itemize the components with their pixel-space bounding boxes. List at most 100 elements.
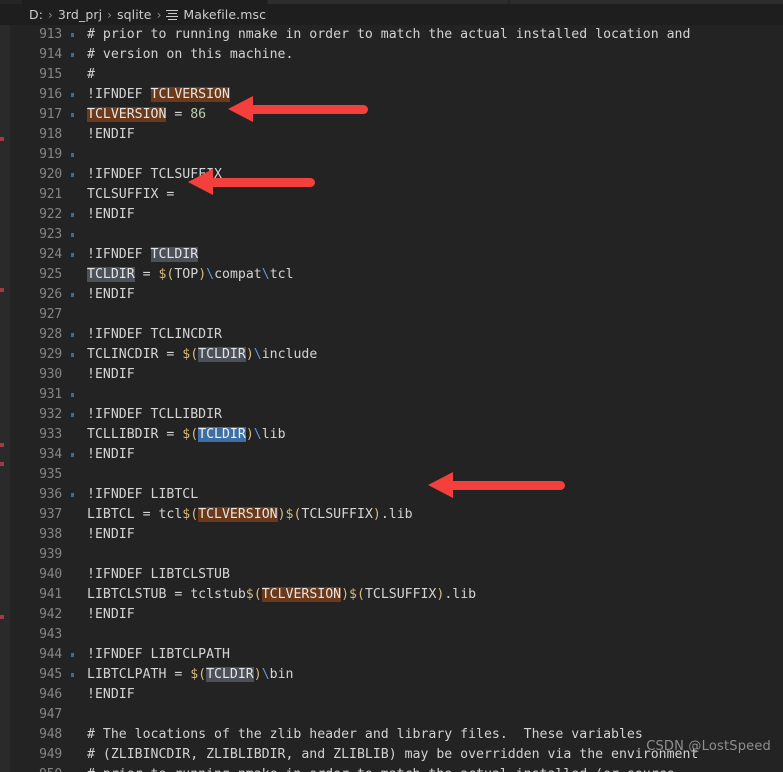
code-line[interactable]: 947 [10,705,783,725]
code-line[interactable]: 919 [10,145,783,165]
code-token: TCLLIBDIR = [87,427,183,442]
code-line-text[interactable]: TCLINCDIR = $(TCLDIR)\include [87,345,317,365]
code-line[interactable]: 936 !IFNDEF LIBTCL [10,485,783,505]
code-line[interactable]: 942 !ENDIF [10,605,783,625]
code-line[interactable]: 923 [10,225,783,245]
code-line[interactable]: 931 [10,385,783,405]
overview-ruler[interactable] [0,25,10,772]
code-line[interactable]: 943 [10,625,783,645]
gutter-change-marker-icon [71,333,74,337]
code-line[interactable]: 926 !ENDIF [10,285,783,305]
code-line[interactable]: 928 !IFNDEF TCLINCDIR [10,325,783,345]
code-line[interactable]: 945 LIBTCLPATH = $(TCLDIR)\bin [10,665,783,685]
code-line[interactable]: 922 !ENDIF [10,205,783,225]
code-line[interactable]: 939 [10,545,783,565]
code-line[interactable]: 924 !IFNDEF TCLDIR [10,245,783,265]
code-line[interactable]: 918 !ENDIF [10,125,783,145]
line-number: 941 [39,587,62,602]
code-token: \ [261,267,270,282]
code-line[interactable]: 920 !IFNDEF TCLSUFFIX [10,165,783,185]
line-number: 949 [39,747,62,762]
code-line-text[interactable]: TCLLIBDIR = $(TCLDIR)\lib [87,425,286,445]
code-line-text[interactable]: !IFNDEF LIBTCLSTUB [87,565,230,585]
code-line[interactable]: 950 # prior to running nmake in order to … [10,765,783,772]
code-surface[interactable]: 913 # prior to running nmake in order to … [10,25,783,772]
line-number: 943 [39,627,62,642]
overview-ruler-mark[interactable] [0,615,4,619]
code-line[interactable]: 930 !ENDIF [10,365,783,385]
gutter-change-marker-icon [71,453,74,457]
code-line[interactable]: 933 TCLLIBDIR = $(TCLDIR)\lib [10,425,783,445]
code-line-text[interactable]: !IFNDEF LIBTCL [87,485,198,505]
code-line-text[interactable]: !ENDIF [87,445,135,465]
code-line[interactable]: 932 !IFNDEF TCLLIBDIR [10,405,783,425]
code-line-text[interactable]: LIBTCL = tcl$(TCLVERSION)$(TCLSUFFIX).li… [87,505,413,525]
code-line-text[interactable]: !ENDIF [87,605,135,625]
code-line[interactable]: 944 !IFNDEF LIBTCLPATH [10,645,783,665]
code-line-text[interactable]: # [87,65,95,85]
code-line-text[interactable]: !ENDIF [87,125,135,145]
code-token: ) [245,427,254,442]
code-token: include [261,347,318,362]
code-line-text[interactable]: # version on this machine. [87,45,293,65]
code-line-text[interactable]: TCLSUFFIX = [87,185,174,205]
code-line[interactable]: 934 !ENDIF [10,445,783,465]
code-editor[interactable]: 913 # prior to running nmake in order to … [10,25,783,772]
code-token: = [166,107,191,122]
code-line[interactable]: 927 [10,305,783,325]
code-line-text[interactable]: # (ZLIBINCDIR, ZLIBLIBDIR, and ZLIBLIB) … [87,745,698,765]
code-line[interactable]: 940 !IFNDEF LIBTCLSTUB [10,565,783,585]
breadcrumb-file-makefile-msc[interactable]: Makefile.msc [183,7,266,22]
code-token: tcl [269,267,294,282]
code-line-text[interactable]: # prior to running nmake in order to mat… [87,25,690,45]
code-line-text[interactable]: # prior to running nmake in order to mat… [87,765,675,772]
code-line-text[interactable]: !IFNDEF TCLVERSION [87,85,230,105]
code-line[interactable]: 946 !ENDIF [10,685,783,705]
code-line[interactable]: 938 !ENDIF [10,525,783,545]
breadcrumb-drive[interactable]: D: [29,7,43,22]
code-line-text[interactable]: !IFNDEF TCLSUFFIX [87,165,222,185]
code-line-text[interactable]: LIBTCLSTUB = tclstub$(TCLVERSION)$(TCLSU… [87,585,476,605]
code-line-text[interactable]: !ENDIF [87,685,135,705]
line-number: 937 [39,507,62,522]
code-token: !ENDIF [87,607,135,622]
overview-ruler-mark[interactable] [0,443,4,447]
overview-ruler-mark[interactable] [0,462,4,466]
code-line-text[interactable]: TCLDIR = $(TOP)\compat\tcl [87,265,294,285]
breadcrumb-folder-sqlite[interactable]: sqlite [117,7,152,22]
code-line-text[interactable]: # The locations of the zlib header and l… [87,725,643,745]
overview-ruler-mark[interactable] [0,137,4,141]
code-line-text[interactable]: LIBTCLPATH = $(TCLDIR)\bin [87,665,293,685]
overview-ruler-mark[interactable] [0,288,4,292]
code-line[interactable]: 925 TCLDIR = $(TOP)\compat\tcl [10,265,783,285]
code-line[interactable]: 913 # prior to running nmake in order to … [10,25,783,45]
code-line-text[interactable]: !ENDIF [87,205,135,225]
code-line-text[interactable]: !IFNDEF TCLLIBDIR [87,405,222,425]
line-number: 940 [39,567,62,582]
code-line[interactable]: 935 [10,465,783,485]
code-token: lib [261,427,286,442]
code-line[interactable]: 921 TCLSUFFIX = [10,185,783,205]
line-number: 916 [39,87,62,102]
code-line[interactable]: 941 LIBTCLSTUB = tclstub$(TCLVERSION)$(TC… [10,585,783,605]
code-line-text[interactable]: TCLVERSION = 86 [87,105,206,125]
code-line[interactable]: 929 TCLINCDIR = $(TCLDIR)\include [10,345,783,365]
code-line[interactable]: 937 LIBTCL = tcl$(TCLVERSION)$(TCLSUFFIX)… [10,505,783,525]
code-line[interactable]: 914 # version on this machine. [10,45,783,65]
code-line-text[interactable]: !IFNDEF TCLDIR [87,245,199,265]
breadcrumb-folder-3rd-prj[interactable]: 3rd_prj [58,7,102,22]
code-line[interactable]: 915 # [10,65,783,85]
code-line-text[interactable]: !IFNDEF LIBTCLPATH [87,645,230,665]
code-token: $( [349,587,365,602]
code-line[interactable]: 916 !IFNDEF TCLVERSION [10,85,783,105]
gutter-change-marker-icon [71,353,74,357]
line-number: 936 [39,487,62,502]
code-line-text[interactable]: !IFNDEF TCLINCDIR [87,325,222,345]
code-line-text[interactable]: !ENDIF [87,285,135,305]
code-line-text[interactable]: !ENDIF [87,365,135,385]
code-line[interactable]: 917 TCLVERSION = 86 [10,105,783,125]
line-number: 927 [39,307,62,322]
code-token: TCLSUFFIX [301,507,373,522]
code-line-text[interactable]: !ENDIF [87,525,135,545]
gutter-change-marker-icon [71,673,74,677]
